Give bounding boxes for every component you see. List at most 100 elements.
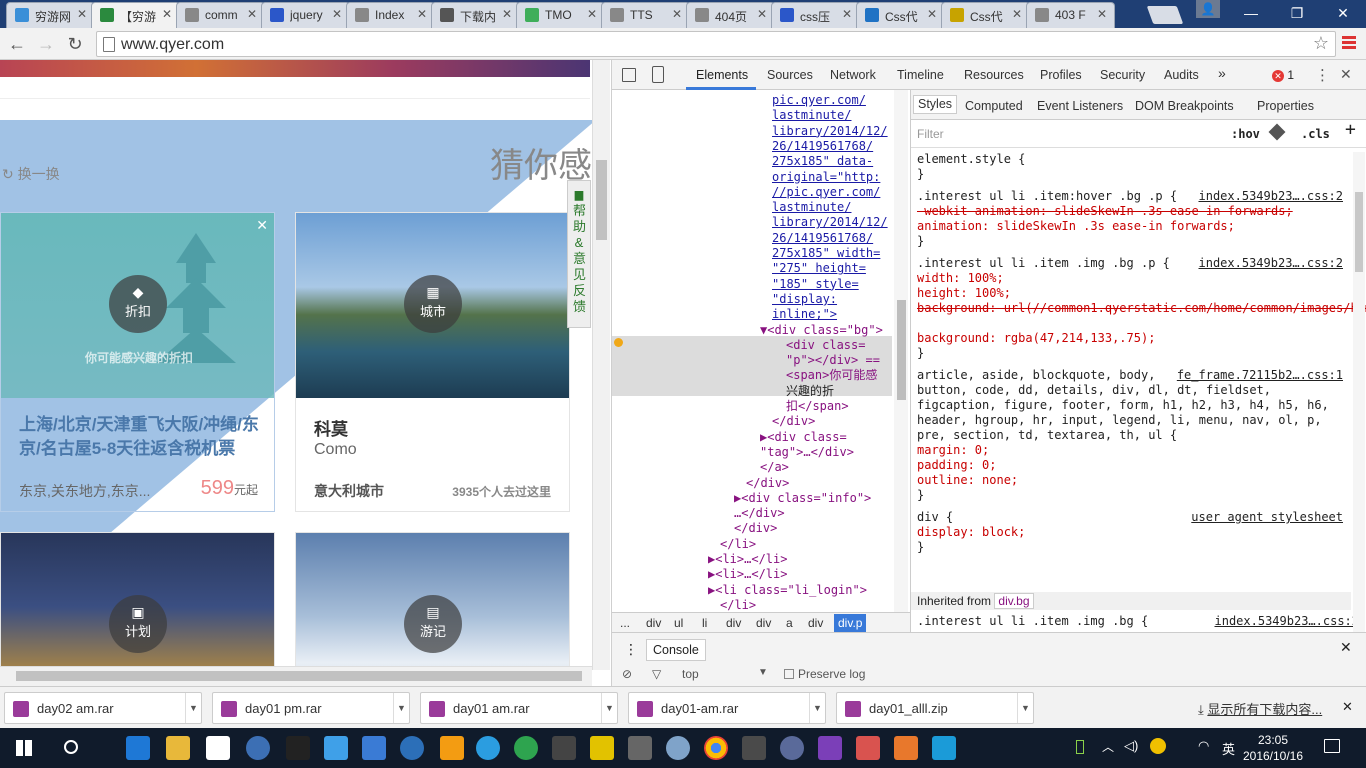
close-button[interactable]: ✕ [1320,0,1366,26]
tab-close-icon[interactable]: ✕ [247,7,257,21]
app-tray-icon[interactable] [1150,738,1166,754]
dom-node-line[interactable]: "p"></div> == [786,353,880,368]
tab-close-icon[interactable]: ✕ [1097,7,1107,21]
tab-close-icon[interactable]: ✕ [927,7,937,21]
breadcrumb-item[interactable]: ... [620,616,630,630]
forward-icon[interactable]: → [34,32,58,56]
download-item[interactable]: day02 am.rar ▼ [4,692,202,724]
more-tabs-icon[interactable]: » [1218,65,1226,81]
browser-tab[interactable]: TTS ✕ [601,2,690,28]
style-line[interactable]: header, hgroup, hr, input, legend, li, m… [917,413,1322,428]
style-tab-event-listeners[interactable]: Event Listeners [1037,99,1123,114]
style-line[interactable]: display: block; [917,525,1025,540]
style-source-link[interactable]: fe_frame.72115b2….css:1 [1177,368,1343,383]
style-tab-styles[interactable]: Styles [913,95,958,114]
dom-node-line[interactable]: </div> [734,521,777,536]
dom-node-line[interactable]: //pic.qyer.com/ [772,185,880,200]
clock[interactable]: 23:05 2016/10/16 [1240,732,1306,764]
bookmark-star-icon[interactable]: ☆ [1313,33,1329,54]
app-icon[interactable] [514,736,538,760]
dom-node-line[interactable]: "185" style= [772,277,859,292]
dom-node-line[interactable]: lastminute/ [772,200,851,215]
style-line[interactable]: } [917,488,924,503]
style-line[interactable]: element.style { [917,152,1025,167]
dom-node-line[interactable]: "tag">…</div> [760,445,854,460]
dom-node-line[interactable]: ▶<div class="info"> [734,491,871,506]
style-line[interactable]: width: 100%; [917,271,1004,286]
dom-node-line[interactable]: 275x185" width= [772,246,880,261]
style-line[interactable]: padding: 0; [917,458,996,473]
back-icon[interactable]: ← [5,32,29,56]
style-line[interactable]: background: url(//common1.qyerstatic.com… [917,301,1366,316]
inspect-element-icon[interactable] [622,68,636,82]
devtools-tab-resources[interactable]: Resources [964,68,1024,82]
downloads-close-icon[interactable]: ✕ [1342,699,1353,715]
style-tab-dom-breakpoints[interactable]: DOM Breakpoints [1135,99,1234,114]
player-icon[interactable] [476,736,500,760]
dom-node-line[interactable]: inline;"> [772,307,837,322]
breadcrumb-item[interactable]: div [756,616,771,630]
travelogue-card[interactable]: ▤ 游记 [295,532,570,672]
tab-close-icon[interactable]: ✕ [672,7,682,21]
visual-studio-icon[interactable] [818,736,842,760]
last-rule[interactable]: .interest ul li .item .img .bg { [917,614,1148,629]
devtools-tab-network[interactable]: Network [830,68,876,82]
browser-tab[interactable]: comm ✕ [176,2,265,28]
breadcrumb-item[interactable]: div [726,616,741,630]
webstorm-icon[interactable] [932,736,956,760]
tray-chevron-icon[interactable]: ︿ [1102,738,1114,755]
app-icon[interactable] [400,736,424,760]
style-line[interactable]: pre, section, td, textarea, th, ul { [917,428,1177,443]
close-icon[interactable]: ✕ [256,217,268,234]
dom-node-line[interactable]: ▼<div class="bg"> [760,323,883,338]
dom-node-line[interactable]: </li> [720,598,756,612]
inherited-from-link[interactable]: div.bg [994,593,1034,609]
app-icon[interactable] [628,736,652,760]
browser-tab[interactable]: jquery ✕ [261,2,350,28]
download-menu-chevron-icon[interactable]: ▼ [1017,693,1033,723]
context-select[interactable]: top [682,667,699,681]
refresh-link[interactable]: ↻ 换一换 [2,164,60,184]
devtools-tab-timeline[interactable]: Timeline [897,68,944,82]
breadcrumb-item[interactable]: div.p [834,614,867,632]
edge-icon[interactable] [126,736,150,760]
card-title[interactable]: 上海/北京/天津重飞大阪/冲绳/东京/名古屋5-8天往返含税机票 [19,413,259,461]
style-line[interactable]: figcaption, figure, footer, form, h1, h2… [917,398,1329,413]
download-item[interactable]: day01_alll.zip ▼ [836,692,1034,724]
tag-badge[interactable]: ▦ 城市 [404,275,462,333]
color-format-icon[interactable] [1268,123,1286,141]
city-card[interactable]: ▦ 城市 科莫 Como 意大利城市 3935个人去过这里 [295,212,570,512]
devtools-tab-sources[interactable]: Sources [767,68,813,82]
style-tab-properties[interactable]: Properties [1257,99,1314,114]
device-mode-icon[interactable] [652,66,664,83]
browser-tab[interactable]: 下载内 ✕ [431,2,520,28]
context-chevron-down-icon[interactable]: ▼ [758,667,768,678]
dom-node-line[interactable]: </li> [720,537,756,552]
download-menu-chevron-icon[interactable]: ▼ [601,693,617,723]
tab-close-icon[interactable]: ✕ [162,7,172,21]
devtools-menu-icon[interactable]: ⋮ [1315,66,1330,84]
breadcrumb-item[interactable]: div [808,616,823,630]
style-line[interactable]: height: 100%; [917,286,1011,301]
notifications-icon[interactable] [1324,739,1340,753]
download-menu-chevron-icon[interactable]: ▼ [185,693,201,723]
style-line[interactable]: button, code, dd, details, div, dl, dt, … [917,383,1271,398]
elements-scrollbar[interactable] [894,90,908,612]
style-line[interactable]: outline: none; [917,473,1018,488]
style-line[interactable]: margin: 0; [917,443,989,458]
dom-node-line[interactable]: original="http: [772,170,880,185]
style-source-link[interactable]: user agent stylesheet [1191,510,1343,525]
chrome-menu-icon[interactable] [1342,34,1356,54]
cls-toggle[interactable]: .cls [1301,127,1330,142]
dom-node-line[interactable]: library/2014/12/ [772,124,888,139]
dom-node-line[interactable]: lastminute/ [772,108,851,123]
tab-close-icon[interactable]: ✕ [332,7,342,21]
add-rule-icon[interactable]: + [1345,121,1356,139]
ime-indicator[interactable]: 英 [1222,739,1235,758]
elements-tree[interactable]: pic.qyer.com/lastminute/library/2014/12/… [612,90,910,612]
chrome-icon[interactable] [704,736,728,760]
browser-tab[interactable]: Css代 ✕ [941,2,1030,28]
download-item[interactable]: day01 am.rar ▼ [420,692,618,724]
dom-node-line[interactable]: "display: [772,292,837,307]
dom-node-line[interactable]: 兴趣的折 [786,384,834,399]
